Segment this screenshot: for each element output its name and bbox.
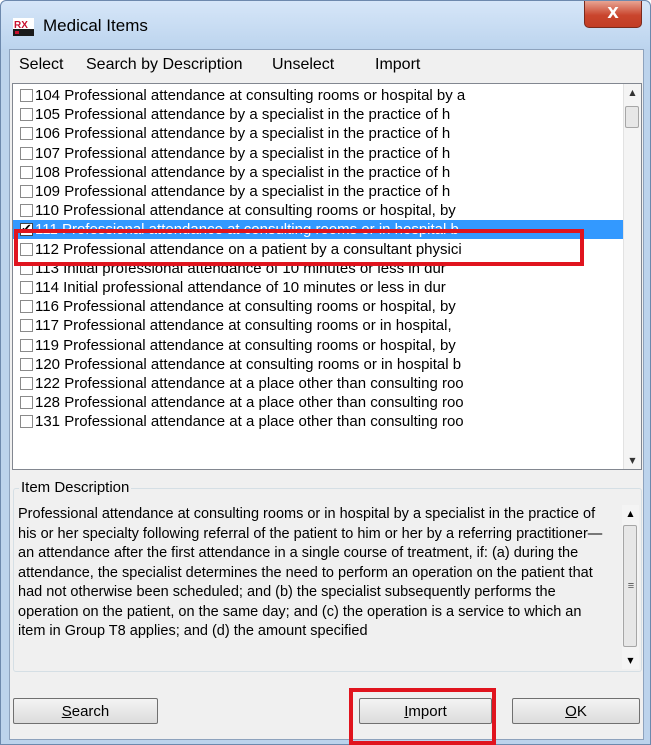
checkbox-icon[interactable] bbox=[20, 396, 33, 410]
list-item[interactable]: 104 Professional attendance at consultin… bbox=[13, 86, 623, 105]
item-description-text: Professional attendance at consulting ro… bbox=[18, 506, 603, 639]
list-item[interactable]: 113 Initial professional attendance of 1… bbox=[13, 259, 623, 278]
list-item[interactable]: 122 Professional attendance at a place o… bbox=[13, 374, 623, 393]
checkbox-icon[interactable] bbox=[20, 415, 33, 429]
list-item-label: 119 Professional attendance at consultin… bbox=[35, 336, 456, 354]
list-item-label: 131 Professional attendance at a place o… bbox=[35, 413, 464, 431]
list-item-label: 111 Professional attendance at consultin… bbox=[35, 221, 459, 239]
list-item-label: 116 Professional attendance at consultin… bbox=[35, 298, 456, 316]
import-button[interactable]: Import bbox=[359, 698, 492, 724]
menu-select[interactable]: Select bbox=[19, 56, 63, 74]
description-scrollbar[interactable]: ▲ ≡ ▼ bbox=[622, 505, 639, 669]
item-description-label: Item Description bbox=[19, 479, 132, 496]
list-item[interactable]: 117 Professional attendance at consultin… bbox=[13, 316, 623, 335]
title-bar[interactable]: RX Medical Items X bbox=[1, 1, 650, 49]
list-item[interactable]: 107 Professional attendance by a special… bbox=[13, 144, 623, 163]
list-item[interactable]: 108 Professional attendance by a special… bbox=[13, 163, 623, 182]
scroll-up-arrow-icon[interactable]: ▲ bbox=[624, 84, 641, 101]
search-button[interactable]: Search bbox=[13, 698, 158, 724]
list-item-label: 107 Professional attendance by a special… bbox=[35, 144, 451, 162]
scroll-down-arrow-icon[interactable]: ▼ bbox=[624, 452, 641, 469]
list-item-label: 120 Professional attendance at consultin… bbox=[35, 355, 462, 373]
list-item[interactable]: 105 Professional attendance by a special… bbox=[13, 105, 623, 124]
list-item-label: 105 Professional attendance by a special… bbox=[35, 106, 451, 124]
checkbox-icon[interactable] bbox=[20, 204, 33, 218]
import-button-label: mport bbox=[408, 703, 447, 720]
ok-button-label: K bbox=[576, 703, 587, 720]
list-item[interactable]: 116 Professional attendance at consultin… bbox=[13, 297, 623, 316]
list-item[interactable]: 114 Initial professional attendance of 1… bbox=[13, 278, 623, 297]
window-title: Medical Items bbox=[43, 16, 148, 35]
dialog-client-area: Select Search by Description Unselect Im… bbox=[9, 49, 644, 740]
items-scrollbar[interactable]: ▲ ▼ bbox=[623, 84, 641, 469]
medical-items-window: RX Medical Items X Select Search by Desc… bbox=[0, 0, 651, 745]
checkbox-icon[interactable] bbox=[20, 357, 33, 371]
list-item-label: 122 Professional attendance at a place o… bbox=[35, 375, 464, 392]
checkbox-icon[interactable] bbox=[20, 338, 33, 352]
list-item-label: 109 Professional attendance by a special… bbox=[35, 183, 451, 200]
scroll-grip-icon: ≡ bbox=[627, 580, 635, 592]
list-item[interactable]: 106 Professional attendance by a special… bbox=[13, 124, 623, 143]
checkbox-icon[interactable] bbox=[20, 185, 33, 198]
rx-app-icon: RX bbox=[13, 18, 34, 36]
menu-import[interactable]: Import bbox=[375, 56, 420, 74]
list-item-label: 113 Initial professional attendance of 1… bbox=[35, 259, 446, 277]
menu-bar: Select Search by Description Unselect Im… bbox=[10, 50, 643, 78]
checkbox-icon[interactable] bbox=[20, 89, 33, 102]
checkmark-icon: ✔ bbox=[21, 222, 32, 238]
list-item[interactable]: 110 Professional attendance at consultin… bbox=[13, 201, 623, 220]
medical-items-list[interactable]: 131 Professional attendance at a place o… bbox=[12, 83, 642, 470]
item-description-group: Item Description Professional attendance… bbox=[13, 479, 642, 672]
checkbox-icon[interactable] bbox=[20, 127, 33, 141]
items-scroll-thumb[interactable] bbox=[625, 106, 639, 128]
close-icon: X bbox=[607, 4, 619, 22]
ok-button-mnemonic: O bbox=[565, 703, 577, 720]
close-button[interactable]: X bbox=[584, 1, 642, 28]
checkbox-icon[interactable]: ✔ bbox=[20, 222, 33, 238]
list-item-label: 110 Professional attendance at consultin… bbox=[35, 202, 456, 220]
description-scroll-thumb[interactable]: ≡ bbox=[623, 525, 637, 647]
checkbox-icon[interactable] bbox=[20, 319, 33, 333]
list-item[interactable]: 112 Professional attendance on a patient… bbox=[13, 240, 623, 259]
search-button-mnemonic: S bbox=[61, 703, 72, 720]
list-item-label: 128 Professional attendance at a place o… bbox=[35, 394, 464, 412]
description-scroll-up-icon[interactable]: ▲ bbox=[622, 505, 639, 522]
menu-search-by-description[interactable]: Search by Description bbox=[86, 56, 243, 74]
list-item[interactable]: 120 Professional attendance at consultin… bbox=[13, 355, 623, 374]
list-item-label: 104 Professional attendance at consultin… bbox=[35, 87, 466, 104]
list-item-label: 114 Initial professional attendance of 1… bbox=[35, 279, 446, 296]
list-item-label: 108 Professional attendance by a special… bbox=[35, 163, 451, 181]
ok-button[interactable]: OK bbox=[512, 698, 640, 724]
list-item[interactable]: 109 Professional attendance by a special… bbox=[13, 182, 623, 201]
list-item-label: 112 Professional attendance on a patient… bbox=[35, 240, 462, 258]
checkbox-icon[interactable] bbox=[20, 300, 33, 314]
menu-unselect[interactable]: Unselect bbox=[272, 56, 334, 74]
checkbox-icon[interactable] bbox=[20, 261, 33, 275]
list-item-label: 117 Professional attendance at consultin… bbox=[35, 317, 452, 335]
list-item[interactable]: 128 Professional attendance at a place o… bbox=[13, 393, 623, 412]
checkbox-icon[interactable] bbox=[20, 377, 33, 390]
list-item-label: 106 Professional attendance by a special… bbox=[35, 125, 451, 143]
checkbox-icon[interactable] bbox=[20, 108, 33, 122]
search-button-label: earch bbox=[71, 703, 110, 720]
checkbox-icon[interactable] bbox=[20, 165, 33, 179]
list-item[interactable]: 131 Professional attendance at a place o… bbox=[13, 412, 623, 431]
list-item[interactable]: ✔ 111 Professional attendance at consulti… bbox=[13, 220, 623, 240]
list-item[interactable]: 119 Professional attendance at consultin… bbox=[13, 336, 623, 355]
description-scroll-down-icon[interactable]: ▼ bbox=[622, 652, 639, 669]
checkbox-icon[interactable] bbox=[20, 146, 33, 160]
checkbox-icon[interactable] bbox=[20, 281, 33, 294]
checkbox-icon[interactable] bbox=[20, 242, 33, 256]
